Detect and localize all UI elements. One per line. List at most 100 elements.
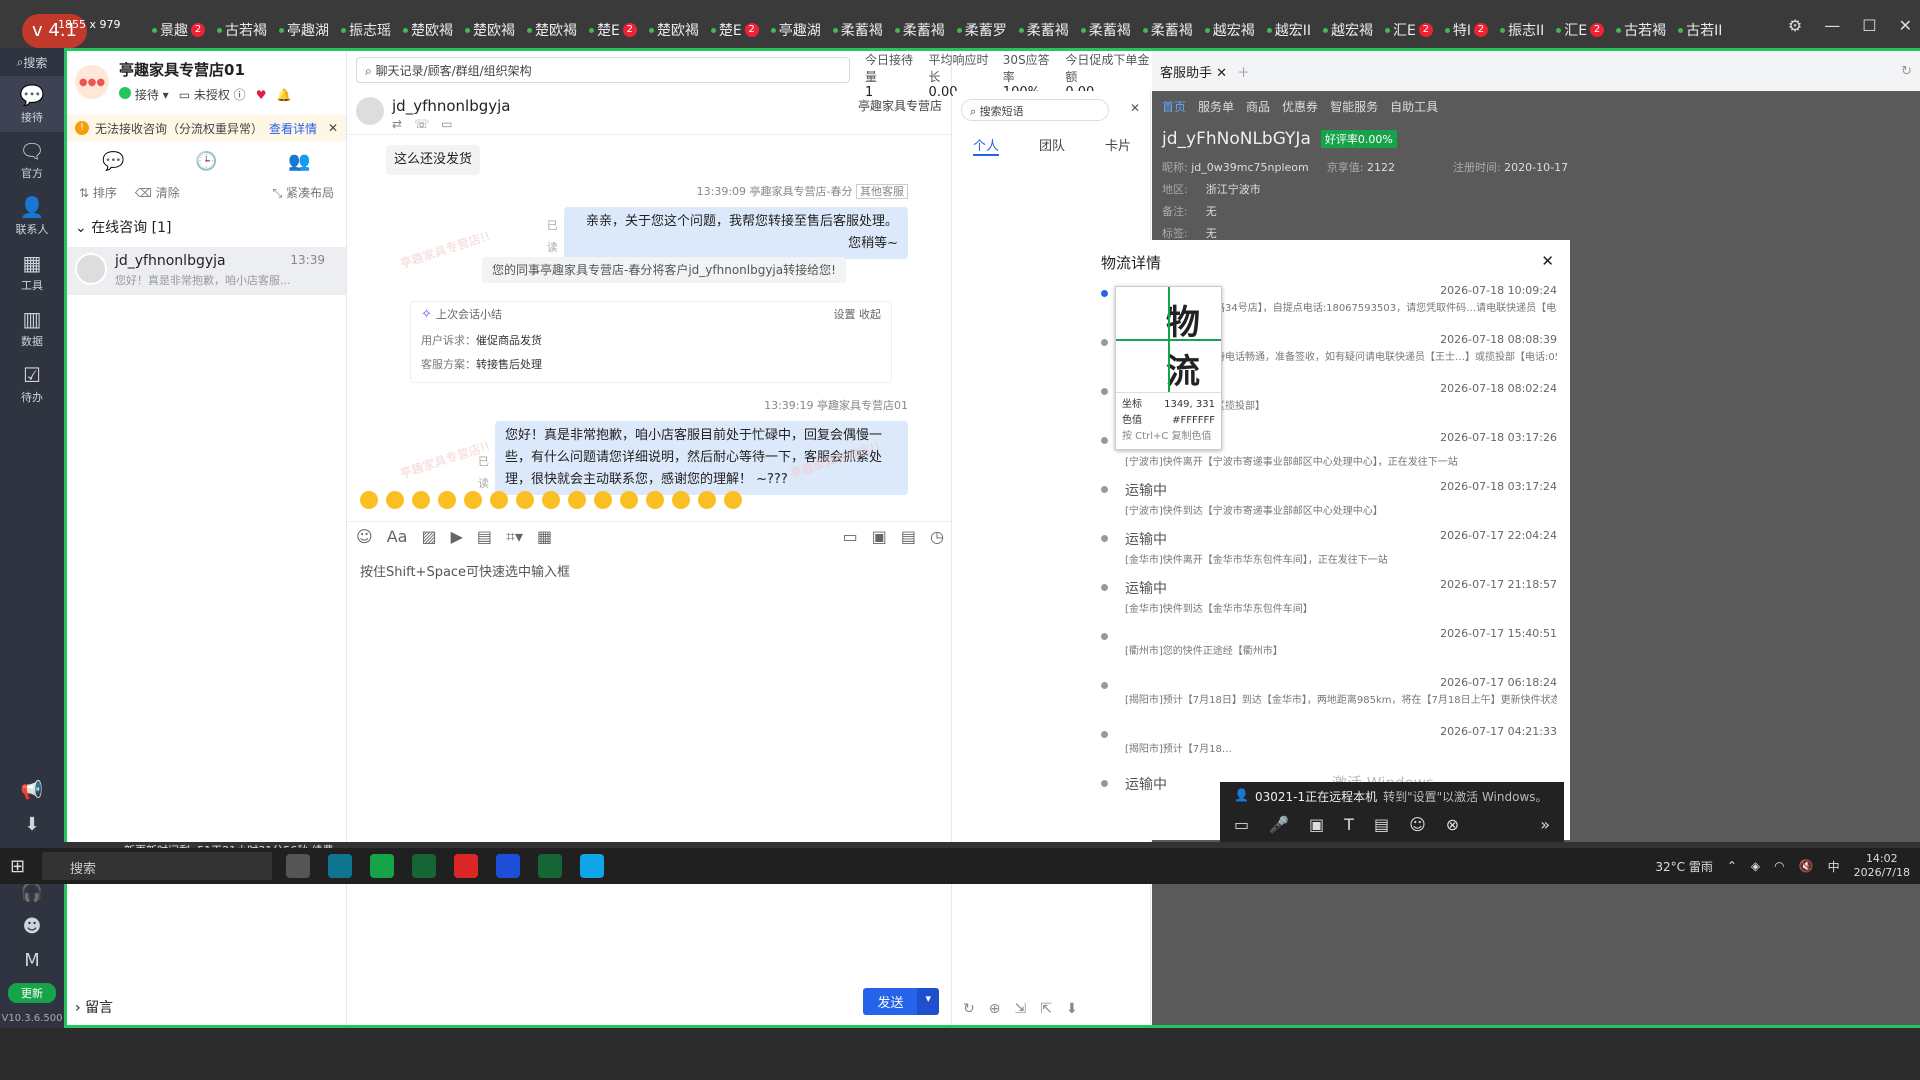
status-toggle[interactable]: 接待 ▾ [119,86,169,103]
shop-tab[interactable]: 汇E 2 [1552,18,1608,42]
shop-tab[interactable]: 特I 2 [1441,18,1492,42]
shop-tab[interactable]: 楚欧褐 [461,18,519,42]
emoji-icon[interactable] [594,491,612,509]
shop-tab[interactable]: 汇E 2 [1381,18,1437,42]
layout-button[interactable]: ⤡ 紧凑布局 [273,184,334,201]
tab-card[interactable]: 卡片 [1105,135,1131,156]
shop-tab[interactable]: 柔蓄褐 [829,18,887,42]
user-icon[interactable]: ☺ [1409,815,1426,834]
shop-tab[interactable]: 古若褐 [213,18,271,42]
emoji-icon[interactable] [464,491,482,509]
close-icon[interactable]: ✕ [1899,16,1912,35]
emoji-icon[interactable] [724,491,742,509]
shop-tab[interactable]: 楚E 2 [585,18,641,42]
emoji-icon[interactable] [646,491,664,509]
tab-chat-icon[interactable]: 💬 [102,151,124,172]
shop-tab[interactable]: 越宏II [1263,18,1315,42]
message-input[interactable]: 按住Shift+Space可快速选中输入框 [360,561,570,580]
transfer-icon[interactable]: ⇄ [392,117,402,131]
emoji-icon[interactable] [542,491,560,509]
import-icon[interactable]: ⇲ [1014,1001,1026,1017]
shop-tab[interactable]: 柔蓄褐 [891,18,949,42]
wifi-icon[interactable]: ◠ [1774,859,1784,873]
emoji-icon[interactable] [620,491,638,509]
clipboard-icon[interactable]: ▣ [872,527,887,546]
shop-tab[interactable]: 振志II [1496,18,1548,42]
emoji-icon[interactable] [386,491,404,509]
emoji-icon[interactable] [516,491,534,509]
shop-tab[interactable]: 越宏褐 [1319,18,1377,42]
tray-chevron-icon[interactable]: ⌃ [1727,859,1737,873]
leave-message-group[interactable]: › 留言 [75,997,113,1017]
rail-item-contacts[interactable]: 👤 联系人 [0,188,64,244]
calculator-icon[interactable]: ▦ [537,527,552,546]
assistant-nav-item[interactable]: 服务单 [1198,98,1234,115]
security-icon[interactable]: ◈ [1751,859,1760,873]
taskbar-search[interactable]: 搜索 [42,852,272,880]
refresh-icon[interactable]: ↻ [963,1001,975,1017]
send-button[interactable]: 发送 [863,988,918,1015]
wechat-icon[interactable] [370,854,394,878]
emoji-picker-icon[interactable]: ☺ [356,527,373,546]
rail-item-todo[interactable]: ☑ 待办 [0,356,64,412]
app-icon[interactable] [412,854,436,878]
video-icon[interactable]: ▶ [451,527,463,546]
phrase-search-input[interactable]: ⌕ 搜索短语 [961,99,1109,121]
tab-history-icon[interactable]: 🕒 [195,151,217,172]
emoji-icon[interactable] [672,491,690,509]
shop-tab[interactable]: 楚E 2 [707,18,763,42]
assistant-nav-item[interactable]: 商品 [1246,98,1270,115]
emoji-icon[interactable] [412,491,430,509]
clear-button[interactable]: ⌫ 清除 [135,184,180,201]
emoji-icon[interactable] [698,491,716,509]
screen-icon[interactable]: ▣ [1309,815,1324,834]
tab-assistant[interactable]: 客服助手 ✕ [1160,62,1227,81]
font-icon[interactable]: Aa [387,527,408,546]
assistant-nav-item[interactable]: 自助工具 [1390,98,1438,115]
weather[interactable]: 32°C 雷雨 [1655,858,1712,875]
tab-personal[interactable]: 个人 [972,135,999,156]
shop-tab[interactable]: 柔蓄褐 [1077,18,1135,42]
shop-tab[interactable]: 柔蓄褐 [1015,18,1073,42]
windows-start-icon[interactable]: ⊞ [10,856,25,877]
archive-icon[interactable]: ▭ [843,527,858,546]
chat-icon[interactable]: ▭ [1234,815,1249,834]
rail-item-official[interactable]: 🗨 官方 [0,132,64,188]
image-icon[interactable]: ▨ [421,527,436,546]
text-icon[interactable]: T [1344,815,1354,834]
conversation-item[interactable]: jd_yfhnonlbgyja 13:39 您好！真是非常抱歉，咱小店客服... [67,247,346,295]
tab-team[interactable]: 团队 [1039,135,1065,156]
history-icon[interactable]: ◷ [930,527,944,546]
add-icon[interactable]: ⊕ [989,1001,1001,1017]
app-icon[interactable] [496,854,520,878]
crop-icon[interactable]: ⌗▾ [506,527,523,547]
assistant-nav-item[interactable]: 优惠券 [1282,98,1318,115]
shop-tab[interactable]: 古若褐 [1612,18,1670,42]
close-icon[interactable]: ✕ [1541,252,1554,273]
clock[interactable]: 14:02 2026/7/18 [1854,852,1910,880]
assistant-nav-item[interactable]: 智能服务 [1330,98,1378,115]
rail-item-reception[interactable]: 💬 接待 [0,76,64,132]
app-icon[interactable] [580,854,604,878]
download-icon[interactable]: ⬇ [1066,1001,1078,1017]
volume-icon[interactable]: 🔇 [1799,859,1814,873]
folder-icon[interactable]: ▤ [1374,815,1389,834]
bell-icon[interactable]: 🔔 [276,88,291,102]
shop-tab[interactable]: 楚欧褐 [399,18,457,42]
shop-tab[interactable]: 亭趣湖 [275,18,333,42]
microphone-icon[interactable]: 🎤 [1269,815,1289,834]
expand-icon[interactable]: » [1540,815,1550,834]
maximize-icon[interactable]: ☐ [1862,16,1876,35]
update-button[interactable]: 更新 [8,983,56,1003]
app-icon[interactable] [538,854,562,878]
sort-button[interactable]: ⇅ 排序 [79,184,117,201]
group-header-online[interactable]: ⌄ 在线咨询 [1] [67,207,346,247]
stop-icon[interactable]: ⊗ [1446,815,1459,834]
phone-icon[interactable]: ☏ [414,117,429,131]
add-tab-icon[interactable]: ＋ [1237,62,1250,81]
edge-icon[interactable] [328,854,352,878]
auth-status[interactable]: ▭ 未授权 ⓘ [179,86,246,103]
emoji-icon[interactable] [568,491,586,509]
shop-tab[interactable]: 越宏褐 [1201,18,1259,42]
export-icon[interactable]: ⇱ [1040,1001,1052,1017]
